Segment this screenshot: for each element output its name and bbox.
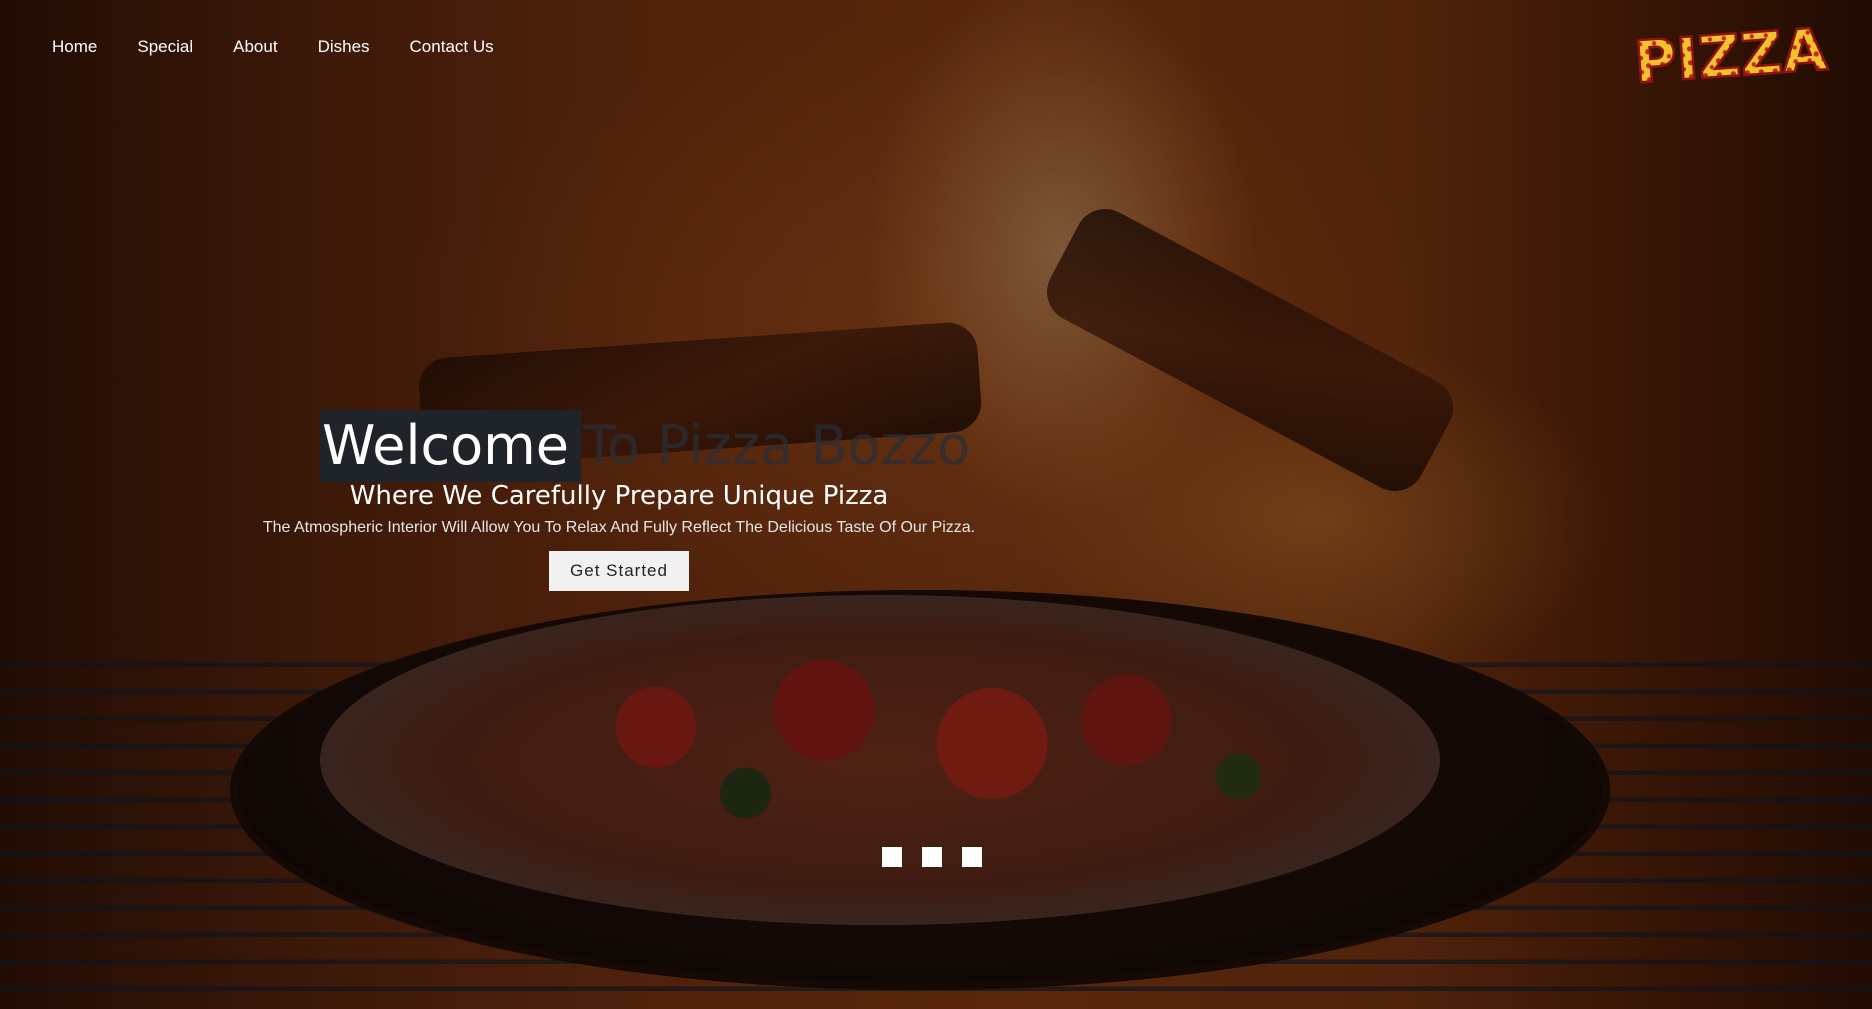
- pizza-logo[interactable]: PIZZA: [1630, 14, 1830, 90]
- nav-dishes[interactable]: Dishes: [318, 36, 370, 58]
- slide-dot-1[interactable]: [882, 847, 902, 867]
- main-nav: Home Special About Dishes Contact Us: [52, 36, 534, 58]
- hero-tagline: The Atmospheric Interior Will Allow You …: [262, 519, 976, 536]
- nav-contact-us[interactable]: Contact Us: [410, 36, 494, 58]
- logo-text: PIZZA: [1632, 15, 1829, 90]
- headline-rest: To Pizza Bozzo: [583, 414, 971, 477]
- slider-pagination: [882, 847, 982, 867]
- nav-home[interactable]: Home: [52, 36, 97, 58]
- headline-highlight: Welcome: [320, 410, 582, 482]
- nav-about[interactable]: About: [233, 36, 277, 58]
- hero-headline: Welcome To Pizza Bozzo: [320, 410, 970, 482]
- slide-dot-2[interactable]: [922, 847, 942, 867]
- get-started-button[interactable]: Get Started: [549, 551, 689, 591]
- hero-section: Home Special About Dishes Contact Us PIZ…: [0, 0, 1872, 1009]
- slide-dot-3[interactable]: [962, 847, 982, 867]
- hero-subheading: Where We Carefully Prepare Unique Pizza: [349, 481, 889, 511]
- nav-special[interactable]: Special: [137, 36, 193, 58]
